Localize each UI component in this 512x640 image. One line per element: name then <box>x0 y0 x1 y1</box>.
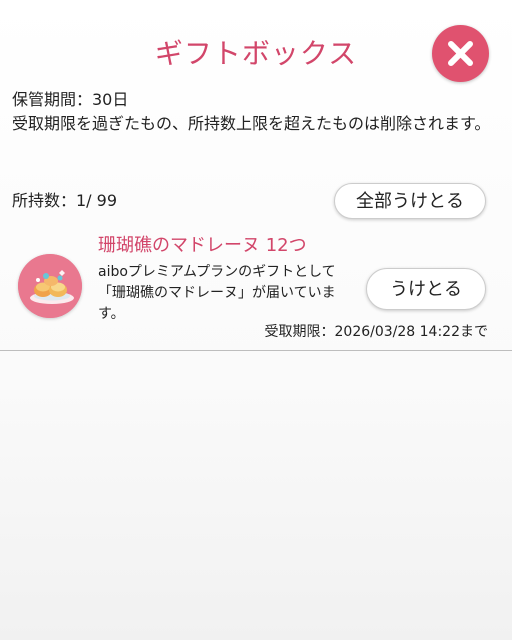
receive-button[interactable]: うけとる <box>366 268 486 310</box>
gift-list-item: 珊瑚礁のマドレーヌ 12つ aiboプレミアムプランのギフトとして「珊瑚礁のマド… <box>0 226 512 352</box>
gift-name: 珊瑚礁のマドレーヌ 12つ <box>98 235 307 256</box>
close-button[interactable] <box>432 25 489 82</box>
gift-thumbnail <box>18 254 82 318</box>
storage-period-text: 保管期間：30日 <box>12 90 129 109</box>
storage-info: 保管期間：30日 受取期限を過ぎたもの、所持数上限を超えたものは削除されます。 <box>12 88 502 136</box>
deletion-notice-text: 受取期限を過ぎたもの、所持数上限を超えたものは削除されます。 <box>12 114 491 133</box>
gift-description: aiboプレミアムプランのギフトとして「珊瑚礁のマドレーヌ」が届いています。 <box>98 264 336 322</box>
gift-count-text: 所持数：1/ 99 <box>12 191 118 210</box>
receive-all-button[interactable]: 全部うけとる <box>334 183 486 219</box>
madeleine-icon <box>18 254 82 318</box>
receive-deadline: 受取期限：2026/03/28 14:22まで <box>264 324 489 340</box>
divider <box>0 350 512 351</box>
close-icon <box>448 41 473 66</box>
header: ギフトボックス <box>0 0 512 100</box>
